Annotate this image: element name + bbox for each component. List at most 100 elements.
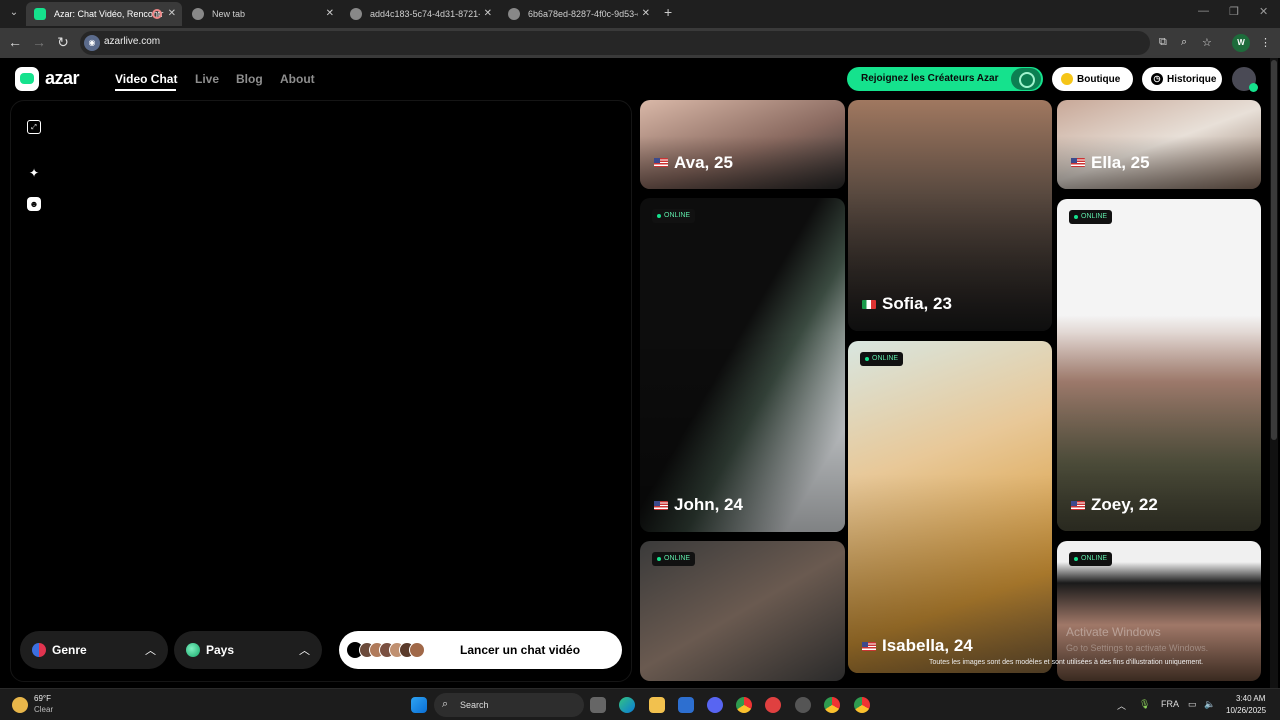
shop-label: Boutique bbox=[1077, 74, 1121, 85]
close-tab-icon[interactable]: ✕ bbox=[168, 2, 176, 26]
weather-temp: 69°F bbox=[34, 694, 51, 703]
gender-label: Genre bbox=[52, 643, 87, 657]
nav-video-chat[interactable]: Video Chat bbox=[115, 72, 177, 86]
search-icon: ⌕ bbox=[442, 698, 449, 710]
back-icon[interactable]: ← bbox=[6, 34, 24, 50]
clock-date[interactable]: 10/26/2025 bbox=[1226, 706, 1266, 715]
recording-icon bbox=[152, 9, 162, 19]
close-tab-icon[interactable]: ✕ bbox=[642, 2, 650, 26]
tab-title: add4c183-5c74-4d31-8721-f25 bbox=[370, 9, 480, 19]
new-tab-icon[interactable]: + bbox=[664, 4, 672, 20]
language-indicator[interactable]: FRA bbox=[1161, 699, 1179, 709]
tab-azar[interactable]: Azar: Chat Vidéo, Rencontr ✕ bbox=[26, 2, 182, 26]
start-video-chat-button[interactable]: Lancer un chat vidéo bbox=[339, 631, 622, 669]
gender-filter-button[interactable]: Genre ︿ bbox=[20, 631, 168, 669]
tray-expand-icon[interactable]: ︿ bbox=[1117, 699, 1126, 712]
close-tab-icon[interactable]: ✕ bbox=[326, 2, 334, 26]
profile-card-isabella[interactable]: ONLINE Isabella, 24 bbox=[848, 341, 1052, 673]
it-flag-icon bbox=[862, 300, 876, 309]
expand-icon[interactable]: ⤢ bbox=[27, 120, 41, 134]
chevron-up-icon: ︿ bbox=[145, 645, 156, 657]
site-info-icon[interactable]: ◉ bbox=[84, 35, 100, 51]
task-view-icon[interactable] bbox=[590, 697, 606, 713]
online-badge: ONLINE bbox=[652, 209, 696, 223]
browser-tab-bar: ⌄ Azar: Chat Vidéo, Rencontr ✕ New tab ✕… bbox=[0, 0, 1280, 28]
country-label: Pays bbox=[206, 643, 235, 657]
profile-name: John, 24 bbox=[674, 495, 743, 514]
shop-button[interactable]: Boutique bbox=[1052, 67, 1133, 91]
close-tab-icon[interactable]: ✕ bbox=[484, 2, 492, 26]
moon-weather-icon[interactable] bbox=[12, 697, 28, 713]
search-label: Search bbox=[460, 700, 489, 710]
history-button[interactable]: ◷ Historique bbox=[1142, 67, 1222, 91]
azar-favicon-icon bbox=[34, 8, 46, 20]
chrome-active-icon[interactable] bbox=[824, 697, 840, 713]
url-field[interactable]: ◉ azarlive.com bbox=[80, 31, 1150, 55]
country-filter-button[interactable]: Pays ︿ bbox=[174, 631, 322, 669]
avatar-thumb bbox=[409, 642, 425, 658]
nav-active-underline bbox=[115, 89, 176, 91]
profile-name: Sofia, 23 bbox=[882, 294, 952, 313]
scrollbar-thumb[interactable] bbox=[1271, 60, 1277, 440]
tab-uuid-2[interactable]: 6b6a78ed-8287-4f0c-9d53-e4f ✕ bbox=[500, 2, 656, 26]
camera-icon bbox=[1011, 68, 1041, 90]
reload-icon[interactable]: ↻ bbox=[54, 34, 72, 51]
volume-icon[interactable]: 🔈 bbox=[1204, 699, 1215, 710]
page-scrollbar[interactable] bbox=[1270, 58, 1278, 688]
chevron-up-icon: ︿ bbox=[299, 645, 310, 657]
us-flag-icon bbox=[1071, 501, 1085, 510]
edge-icon[interactable] bbox=[619, 697, 635, 713]
nav-live[interactable]: Live bbox=[195, 72, 219, 86]
restore-icon[interactable]: ❐ bbox=[1229, 5, 1239, 18]
online-badge: ONLINE bbox=[652, 552, 696, 566]
install-app-icon[interactable]: ⧉ bbox=[1159, 36, 1167, 49]
profile-card-sofia[interactable]: Sofia, 23 bbox=[848, 100, 1052, 331]
profile-card-ava[interactable]: Ava, 25 bbox=[640, 100, 845, 189]
nav-blog[interactable]: Blog bbox=[236, 72, 263, 86]
globe-icon bbox=[192, 8, 204, 20]
chrome-profile-icon[interactable] bbox=[854, 697, 870, 713]
browser-profile-avatar[interactable]: W bbox=[1232, 34, 1250, 52]
chrome-icon[interactable] bbox=[736, 697, 752, 713]
online-badge: ONLINE bbox=[860, 352, 904, 366]
taskbar-search[interactable]: ⌕ Search bbox=[434, 693, 584, 717]
zoom-icon[interactable]: ⌕ bbox=[1181, 36, 1187, 49]
activate-windows-title: Activate Windows bbox=[1066, 625, 1161, 639]
profile-card-zoey[interactable]: ONLINE Zoey, 22 bbox=[1057, 199, 1261, 531]
profile-name: Isabella, 24 bbox=[882, 636, 973, 655]
browser-menu-icon[interactable]: ⋮ bbox=[1260, 36, 1271, 49]
clock-time[interactable]: 3:40 AM bbox=[1236, 694, 1265, 703]
join-creators-button[interactable]: Rejoignez les Créateurs Azar bbox=[847, 67, 1043, 91]
store-icon[interactable] bbox=[678, 697, 694, 713]
windows-taskbar: 69°F Clear ⌕ Search ︿ 🎙 FRA ▭ 🔈 3:40 AM … bbox=[0, 688, 1280, 720]
steam-icon[interactable] bbox=[795, 697, 811, 713]
us-flag-icon bbox=[862, 642, 876, 651]
tab-new-tab[interactable]: New tab ✕ bbox=[184, 2, 340, 26]
network-icon[interactable]: ▭ bbox=[1188, 699, 1197, 710]
gender-icon bbox=[32, 643, 46, 657]
face-filter-icon[interactable]: ☻ bbox=[27, 197, 41, 211]
profile-card-john[interactable]: ONLINE John, 24 bbox=[640, 198, 845, 532]
card-shade bbox=[1057, 331, 1261, 531]
microphone-app-icon[interactable] bbox=[765, 697, 781, 713]
online-badge: ONLINE bbox=[1069, 210, 1113, 224]
mic-tray-icon[interactable]: 🎙 bbox=[1139, 699, 1150, 710]
discord-icon[interactable] bbox=[707, 697, 723, 713]
bookmark-star-icon[interactable]: ☆ bbox=[1202, 36, 1212, 49]
tab-search-menu-icon[interactable]: ⌄ bbox=[6, 5, 22, 21]
close-window-icon[interactable]: ✕ bbox=[1259, 5, 1268, 18]
tab-uuid-1[interactable]: add4c183-5c74-4d31-8721-f25 ✕ bbox=[342, 2, 498, 26]
azar-logo[interactable]: azar bbox=[15, 67, 91, 91]
profile-card-online-1[interactable]: ONLINE bbox=[640, 541, 845, 681]
sparkle-effects-icon[interactable]: ✦ bbox=[27, 166, 41, 180]
windows-start-icon[interactable] bbox=[411, 697, 427, 713]
tab-title: New tab bbox=[212, 9, 246, 19]
file-explorer-icon[interactable] bbox=[649, 697, 665, 713]
profile-card-ella[interactable]: Ella, 25 bbox=[1057, 100, 1261, 189]
nav-about[interactable]: About bbox=[280, 72, 315, 86]
forward-icon[interactable]: → bbox=[30, 34, 48, 50]
tab-title: Azar: Chat Vidéo, Rencontr bbox=[54, 9, 164, 19]
logo-text: azar bbox=[45, 68, 80, 88]
minimize-icon[interactable]: — bbox=[1198, 5, 1209, 17]
user-avatar[interactable] bbox=[1232, 67, 1258, 92]
